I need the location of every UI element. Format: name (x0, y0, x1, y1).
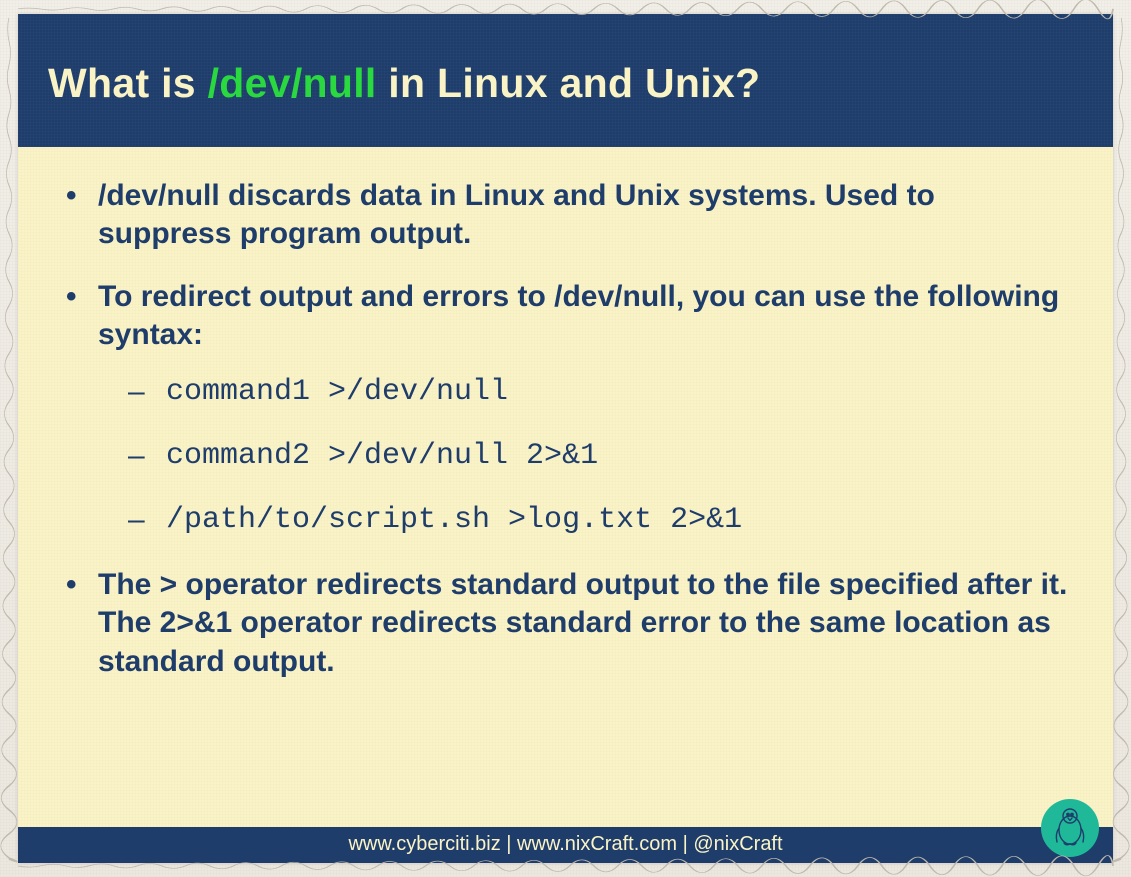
bullet-item-3: The > operator redirects standard output… (62, 566, 1069, 681)
slide-header: What is /dev/null in Linux and Unix? (18, 14, 1113, 147)
bullet-list: /dev/null discards data in Linux and Uni… (62, 177, 1069, 681)
bullet-item-2-text: To redirect output and errors to /dev/nu… (98, 280, 1059, 351)
command-item-2: command2 >/dev/null 2>&1 (98, 437, 1069, 475)
slide-title: What is /dev/null in Linux and Unix? (48, 60, 1083, 107)
bullet-item-2: To redirect output and errors to /dev/nu… (62, 278, 1069, 540)
title-highlight: /dev/null (208, 60, 377, 106)
slide-card: What is /dev/null in Linux and Unix? /de… (18, 14, 1113, 863)
command-list: command1 >/dev/null command2 >/dev/null … (98, 373, 1069, 540)
slide-frame: What is /dev/null in Linux and Unix? /de… (0, 0, 1131, 877)
command-item-1: command1 >/dev/null (98, 373, 1069, 411)
title-suffix: in Linux and Unix? (377, 60, 761, 106)
brand-logo (1041, 799, 1099, 857)
slide-footer: www.cyberciti.biz | www.nixCraft.com | @… (18, 827, 1113, 863)
bullet-item-1: /dev/null discards data in Linux and Uni… (62, 177, 1069, 254)
slide-body: /dev/null discards data in Linux and Uni… (18, 147, 1113, 827)
footer-text: www.cyberciti.biz | www.nixCraft.com | @… (348, 833, 782, 855)
title-prefix: What is (48, 60, 208, 106)
penguin-icon (1048, 804, 1092, 853)
command-item-3: /path/to/script.sh >log.txt 2>&1 (98, 501, 1069, 539)
